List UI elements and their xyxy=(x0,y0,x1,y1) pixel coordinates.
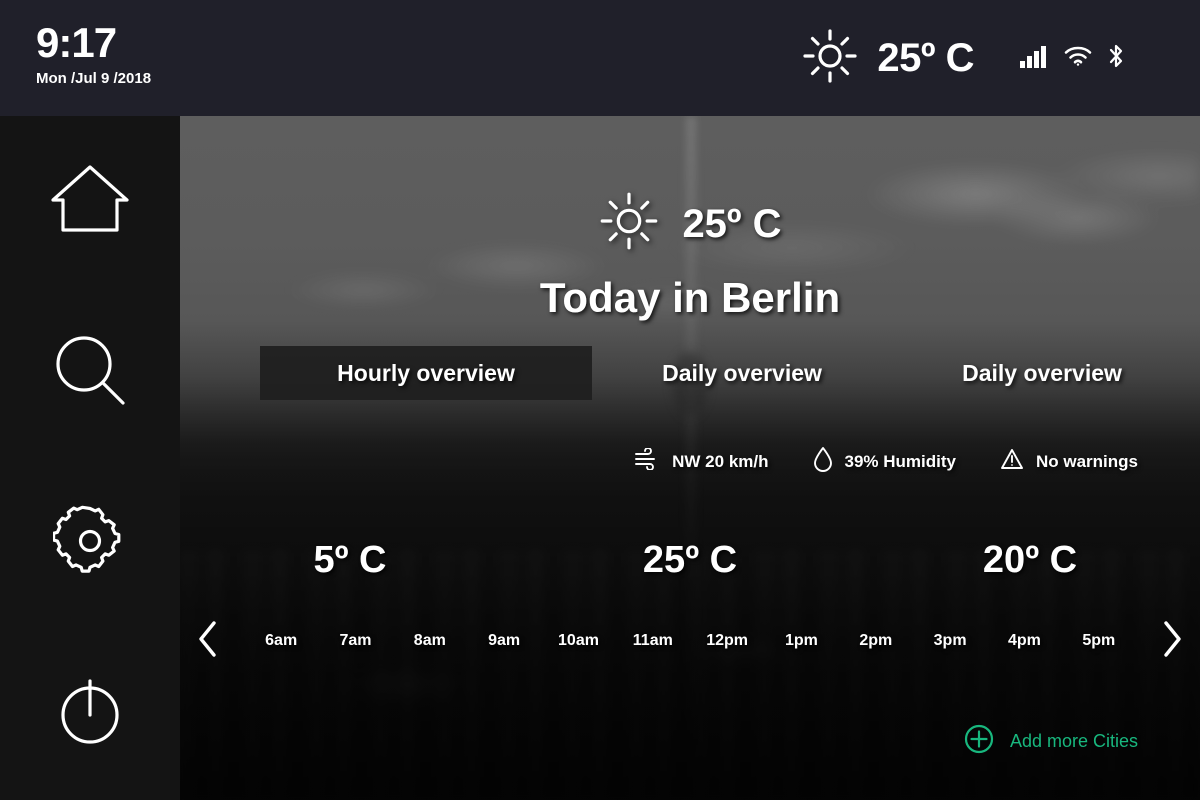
sidebar-item-power[interactable] xyxy=(0,629,180,800)
hero-temperature-row: 25º C xyxy=(180,190,1200,257)
sidebar-item-settings[interactable] xyxy=(0,458,180,629)
tab-daily-overview-2[interactable]: Daily overview xyxy=(892,346,1192,400)
forecast-temp-3: 20º C xyxy=(982,539,1078,581)
sidebar xyxy=(0,116,180,800)
wind-text: NW 20 km/h xyxy=(672,451,769,471)
overview-tabs: Hourly overview Daily overview Daily ove… xyxy=(260,346,1200,400)
status-weather-group: 25º C xyxy=(801,27,974,90)
status-system-icons xyxy=(1020,43,1126,74)
warning-triangle-icon xyxy=(1000,447,1024,476)
hour-item[interactable]: 1pm xyxy=(764,632,838,650)
plus-circle-icon xyxy=(964,724,994,759)
sidebar-item-home[interactable] xyxy=(0,116,180,287)
hour-item[interactable]: 8am xyxy=(393,632,467,650)
hour-item[interactable]: 9am xyxy=(467,632,541,650)
add-more-cities-button[interactable]: Add more Cities xyxy=(964,724,1138,759)
hour-item[interactable]: 10am xyxy=(541,632,615,650)
humidity-detail: 39% Humidity xyxy=(813,446,956,477)
forecast-temp-2: 25º C xyxy=(642,539,738,581)
main-content: 25º C Today in Berlin Hourly overview Da… xyxy=(180,116,1200,800)
wifi-icon xyxy=(1064,45,1092,72)
hero-temperature: 25º C xyxy=(682,201,782,246)
clock-date: Mon /Jul 9 /2018 xyxy=(36,70,152,87)
next-hours-button[interactable] xyxy=(1144,620,1200,663)
hour-labels: 6am 7am 8am 9am 10am 11am 12pm 1pm 2pm 3… xyxy=(236,632,1144,650)
hour-item[interactable]: 2pm xyxy=(839,632,913,650)
wind-detail: NW 20 km/h xyxy=(634,447,769,475)
chevron-left-icon xyxy=(196,620,220,663)
home-icon xyxy=(51,164,129,239)
search-icon xyxy=(52,332,128,413)
hourly-strip: 6am 7am 8am 9am 10am 11am 12pm 1pm 2pm 3… xyxy=(180,611,1200,671)
clock-time: 9:17 xyxy=(36,19,117,66)
warnings-text: No warnings xyxy=(1035,451,1138,471)
weather-dashboard: 9:17 Mon /Jul 9 /2018 25º C 25º C Today … xyxy=(0,0,1200,800)
page-title: Today in Berlin xyxy=(539,274,841,321)
droplet-icon xyxy=(813,446,833,477)
sidebar-item-search[interactable] xyxy=(0,287,180,458)
status-temperature: 25º C xyxy=(877,36,974,80)
humidity-text: 39% Humidity xyxy=(844,451,956,471)
wind-icon xyxy=(634,447,660,475)
bluetooth-icon xyxy=(1106,43,1126,74)
hour-item[interactable]: 6am xyxy=(244,632,318,650)
sun-icon xyxy=(801,27,859,90)
status-right-group: 25º C xyxy=(801,0,1126,116)
forecast-temperatures: 5º C 25º C 20º C xyxy=(180,541,1200,579)
hour-item[interactable]: 12pm xyxy=(690,632,764,650)
hour-item[interactable]: 7am xyxy=(318,632,392,650)
hero-block: 25º C Today in Berlin xyxy=(180,116,1200,319)
sun-icon xyxy=(598,190,660,257)
chevron-right-icon xyxy=(1160,620,1184,663)
add-more-cities-label: Add more Cities xyxy=(1009,731,1138,751)
power-icon xyxy=(53,675,127,754)
hour-item[interactable]: 11am xyxy=(616,632,690,650)
warnings-detail: No warnings xyxy=(1000,447,1138,476)
hour-item[interactable]: 5pm xyxy=(1062,632,1136,650)
clock-block: 9:17 Mon /Jul 9 /2018 xyxy=(36,19,152,88)
status-bar: 9:17 Mon /Jul 9 /2018 25º C xyxy=(0,0,1200,116)
weather-details-row: NW 20 km/h 39% Humidity No warnings xyxy=(180,446,1200,477)
signal-bars-icon xyxy=(1020,44,1050,73)
gear-icon xyxy=(52,504,127,583)
tab-hourly-overview[interactable]: Hourly overview xyxy=(260,346,592,400)
prev-hours-button[interactable] xyxy=(180,620,236,663)
hour-item[interactable]: 4pm xyxy=(987,632,1061,650)
tab-daily-overview-1[interactable]: Daily overview xyxy=(592,346,892,400)
hour-item[interactable]: 3pm xyxy=(913,632,987,650)
forecast-temp-1: 5º C xyxy=(313,539,387,581)
